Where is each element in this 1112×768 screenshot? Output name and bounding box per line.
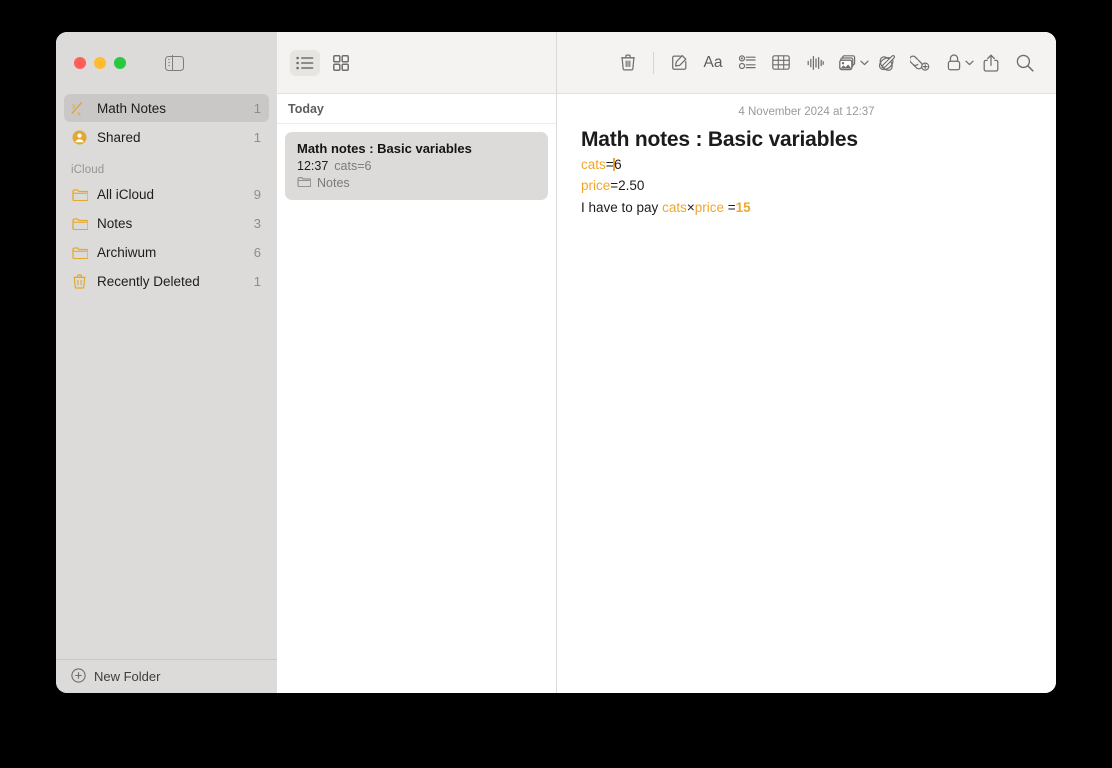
sidebar-item-archiwum[interactable]: Archiwum 6 (64, 238, 269, 266)
note-item-folder-label: Notes (317, 176, 350, 190)
sidebar-toggle-icon[interactable] (165, 54, 184, 72)
table-button[interactable] (764, 48, 798, 78)
sidebar-item-shared[interactable]: Shared 1 (64, 123, 269, 151)
folder-icon (70, 215, 89, 231)
note-group-header: Today (277, 94, 556, 124)
sidebar-item-label: Math Notes (97, 100, 167, 116)
minimize-button[interactable] (94, 57, 106, 69)
sidebar-item-label: All iCloud (97, 186, 155, 202)
sidebar-item-math-notes[interactable]: y x Math Notes 1 (64, 94, 269, 122)
share-button[interactable] (974, 48, 1008, 78)
sidebar-item-count: 3 (253, 215, 261, 231)
sidebar-item-count: 1 (253, 273, 261, 289)
note-title-heading: Math notes : Basic variables (581, 128, 858, 151)
sidebar-list: y x Math Notes 1 Shared 1 iCloud All iCl… (56, 94, 277, 659)
math-result: 15 (735, 199, 751, 215)
sidebar-item-count: 9 (253, 186, 261, 202)
gallery-view-button[interactable] (326, 50, 356, 76)
svg-text:y: y (71, 102, 76, 109)
lock-note-button[interactable] (937, 48, 974, 78)
zoom-button[interactable] (114, 57, 126, 69)
folder-icon (297, 176, 312, 190)
toolbar-view-switch (277, 32, 556, 94)
new-folder-label: New Folder (94, 669, 161, 684)
note-text: × (686, 199, 695, 215)
math-variable: cats (662, 199, 687, 215)
chevron-down-icon (965, 60, 974, 66)
format-Aa-icon: Aa (703, 53, 723, 71)
math-variable: cats (581, 157, 606, 172)
sidebar-item-label: Recently Deleted (97, 273, 200, 289)
sidebar-item-label: Archiwum (97, 244, 157, 260)
new-folder-button[interactable]: New Folder (56, 659, 277, 693)
sidebar-item-count: 1 (253, 100, 261, 116)
sidebar-item-count: 1 (253, 129, 261, 145)
toolbar-note-actions: Aa (557, 32, 1056, 94)
folder-icon (70, 186, 89, 202)
trash-icon (70, 273, 89, 289)
sidebar-item-recently-deleted[interactable]: Recently Deleted 1 (64, 267, 269, 295)
note-body-line: I have to pay cats×price =15 (581, 197, 1032, 218)
list-view-button[interactable] (290, 49, 320, 76)
math-variable: price (581, 178, 611, 194)
note-item-title: Math notes : Basic variables (297, 141, 472, 156)
window-controls (56, 32, 277, 94)
sidebar-item-notes[interactable]: Notes 3 (64, 209, 269, 237)
math-variable: price (694, 199, 724, 215)
note-text: 6 (614, 157, 622, 172)
notes-window: y x Math Notes 1 Shared 1 iCloud All iCl… (56, 32, 1056, 693)
sidebar-section-header: iCloud (71, 164, 105, 176)
note-item-meta: 12:37 cats=6 (297, 159, 536, 173)
sidebar: y x Math Notes 1 Shared 1 iCloud All iCl… (56, 32, 277, 693)
math-notes-icon: y x (70, 100, 89, 116)
note-text: = (723, 199, 736, 215)
format-button[interactable]: Aa (696, 48, 730, 78)
sidebar-item-all-icloud[interactable]: All iCloud 9 (64, 180, 269, 208)
note-body-line: cats=6 (581, 154, 1032, 175)
sidebar-item-label: Shared (97, 129, 141, 145)
svg-text:x: x (77, 110, 81, 116)
note-list-item[interactable]: Math notes : Basic variables 12:37 cats=6… (285, 132, 548, 200)
note-text: I have to pay (581, 199, 663, 215)
sidebar-item-count: 6 (253, 244, 261, 260)
close-button[interactable] (74, 57, 86, 69)
plus-circle-icon (71, 667, 86, 686)
sidebar-item-label: Notes (97, 215, 133, 231)
checklist-button[interactable] (730, 48, 764, 78)
note-body-line: price=2.50 (581, 175, 1032, 196)
note-item-snippet: cats=6 (334, 159, 372, 173)
delete-note-button[interactable] (611, 48, 645, 78)
new-note-button[interactable] (662, 48, 696, 78)
note-text: =2.50 (610, 178, 645, 194)
shared-person-icon (70, 129, 89, 145)
search-button[interactable] (1008, 48, 1042, 78)
note-item-time: 12:37 (297, 159, 329, 173)
add-link-button[interactable] (903, 48, 937, 78)
note-item-folder: Notes (297, 176, 536, 190)
note-detail-column: Aa 4 November 2024 at 12:37 Math notes:… (557, 32, 1056, 693)
markup-button[interactable] (869, 48, 903, 78)
folder-icon (70, 244, 89, 260)
record-audio-button[interactable] (798, 48, 832, 78)
note-editor[interactable]: 4 November 2024 at 12:37 Math notes : Ba… (557, 94, 1056, 693)
insert-media-button[interactable] (832, 48, 869, 78)
note-list-column: Today Math notes : Basic variables 12:37… (277, 32, 557, 693)
chevron-down-icon (860, 60, 869, 66)
toolbar-divider (653, 51, 654, 74)
note-date: 4 November 2024 at 12:37 (738, 106, 875, 118)
